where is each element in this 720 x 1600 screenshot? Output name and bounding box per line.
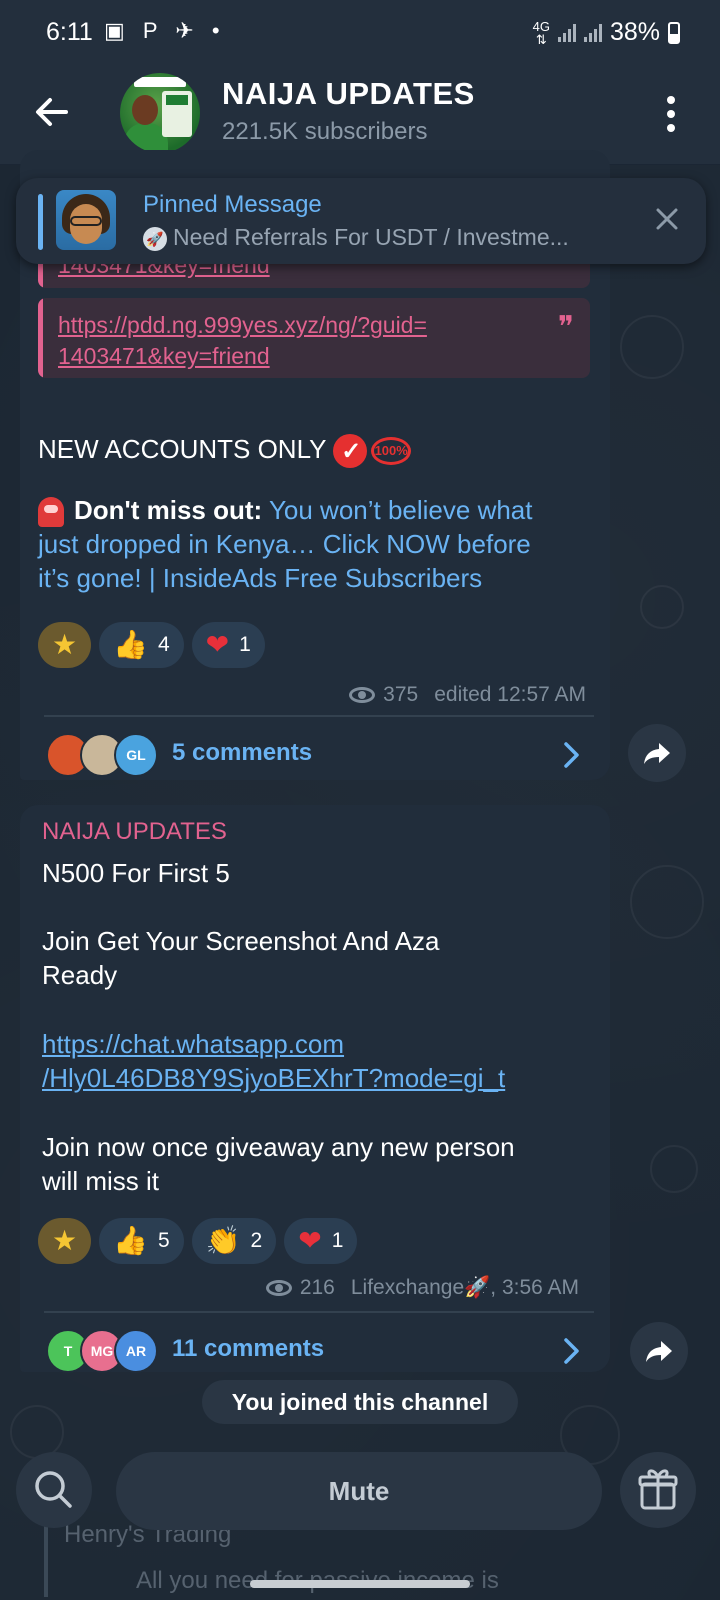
- pinned-thumbnail: [56, 190, 116, 250]
- comments-label: 5 comments: [172, 739, 313, 766]
- rocket-icon: 🚀: [143, 226, 167, 251]
- message-meta: 375 edited 12:57 AM: [349, 683, 586, 707]
- whatsapp-link[interactable]: https://chat.whatsapp.com/Hly0L46DB8Y9Sj…: [42, 1027, 505, 1095]
- gift-icon: [638, 1469, 678, 1510]
- channel-title[interactable]: NAIJA UPDATES: [222, 76, 475, 112]
- thumbs-up-icon: 👍: [113, 629, 148, 660]
- reactions-row: ★ 👍 4 ❤ 1: [38, 622, 265, 668]
- heart-icon: ❤: [298, 1225, 322, 1256]
- heart-icon: ❤: [205, 629, 230, 660]
- reaction-star[interactable]: ★: [38, 1218, 92, 1264]
- chevron-right-icon: [564, 742, 579, 768]
- hundred-icon: 100%: [371, 437, 412, 466]
- author-time: Lifexchange🚀, 3:56 AM: [350, 1276, 579, 1299]
- clap-icon: 👏: [205, 1225, 241, 1256]
- ad-link[interactable]: You won’t believe what: [269, 495, 533, 525]
- message-line: NEW ACCOUNTS ONLY 100%: [38, 432, 412, 469]
- message-line: Join now once giveaway any new person wil…: [42, 1132, 515, 1196]
- signal-icon: [557, 23, 576, 42]
- chevron-right-icon: [564, 1338, 579, 1364]
- pinned-message[interactable]: Pinned Message 🚀 Need Referrals For USDT …: [16, 178, 706, 264]
- quote-icon: ❞: [557, 310, 574, 345]
- comments-button[interactable]: GL 5 comments: [20, 717, 610, 791]
- message-meta: 216 Lifexchange🚀, 3:56 AM: [265, 1276, 579, 1300]
- avatar: GL: [114, 733, 158, 777]
- ad-text: Don't miss out: You won’t believe what j…: [38, 495, 533, 594]
- ad-link-2[interactable]: just dropped in Kenya… Click NOW before: [38, 529, 531, 559]
- pinned-indicator: [38, 194, 43, 250]
- ad-link-3[interactable]: it’s gone! | InsideAds Free Subscribers: [38, 563, 482, 593]
- message-line: Join Get Your Screenshot And Aza Ready: [42, 926, 440, 990]
- notification-icons: ▣ P ✈ •: [104, 18, 226, 43]
- reaction-thumbs-up[interactable]: 👍 5: [99, 1218, 184, 1264]
- reactions-row: ★ 👍 5 👏 2 ❤ 1: [38, 1218, 358, 1264]
- star-icon: ★: [52, 629, 78, 660]
- pinned-text: 🚀 Need Referrals For USDT / Investme...: [143, 224, 569, 251]
- close-icon: [656, 208, 678, 230]
- close-pinned-button[interactable]: [650, 202, 684, 236]
- reaction-thumbs-up[interactable]: 👍 4: [99, 622, 184, 668]
- battery-text: 38%: [609, 18, 660, 46]
- thumbs-up-icon: 👍: [113, 1225, 148, 1256]
- message-line: N500 For First 5: [42, 858, 230, 888]
- reaction-star[interactable]: ★: [38, 622, 92, 668]
- reaction-clap[interactable]: 👏 2: [191, 1218, 277, 1264]
- comments-label: 11 comments: [172, 1335, 325, 1362]
- view-count: 216: [299, 1276, 335, 1299]
- view-count: 375: [383, 683, 419, 706]
- share-button[interactable]: [630, 1322, 688, 1380]
- reaction-heart[interactable]: ❤ 1: [191, 622, 265, 668]
- siren-icon: [38, 497, 64, 528]
- eye-icon: [349, 687, 376, 703]
- comments-button[interactable]: T MG AR 11 comments: [20, 1313, 610, 1387]
- status-time: 6:11: [46, 18, 93, 46]
- subscriber-count: 221.5K subscribers: [222, 118, 428, 145]
- battery-icon: [668, 21, 680, 44]
- share-icon: [644, 743, 670, 764]
- star-icon: ★: [52, 1225, 78, 1256]
- status-right: 4G ⇅ 38%: [533, 18, 680, 47]
- gift-button[interactable]: [620, 1452, 696, 1528]
- pinned-title: Pinned Message: [143, 191, 322, 218]
- home-indicator[interactable]: [250, 1580, 470, 1588]
- signal-icon-2: [583, 23, 602, 42]
- network-icon: 4G ⇅: [532, 18, 550, 47]
- commenter-avatars: T MG AR: [46, 1329, 166, 1375]
- avatar: AR: [114, 1329, 158, 1373]
- commenter-avatars: GL: [46, 733, 166, 779]
- channel-header: NAIJA UPDATES 221.5K subscribers: [0, 64, 720, 164]
- bottom-bar: Mute: [0, 1440, 720, 1550]
- status-bar: 6:11 ▣ P ✈ • 4G ⇅ 38%: [0, 0, 720, 64]
- quote-link[interactable]: https://pdd.ng.999yes.xyz/ng/?guid= 14034…: [58, 310, 427, 372]
- check-badge-icon: [333, 434, 368, 469]
- mute-button[interactable]: Mute: [116, 1452, 602, 1530]
- arrow-left-icon: [36, 98, 68, 126]
- share-button[interactable]: [628, 724, 686, 782]
- back-button[interactable]: [30, 90, 74, 134]
- search-icon: [35, 1471, 72, 1508]
- eye-icon: [265, 1280, 292, 1296]
- reaction-heart[interactable]: ❤ 1: [284, 1218, 358, 1264]
- search-button[interactable]: [16, 1452, 92, 1528]
- edited-time: edited 12:57 AM: [434, 683, 586, 706]
- sender-name[interactable]: NAIJA UPDATES: [42, 818, 227, 846]
- service-message: You joined this channel: [202, 1380, 518, 1424]
- more-options-button[interactable]: [666, 96, 676, 132]
- channel-avatar[interactable]: [120, 73, 200, 153]
- share-icon: [646, 1341, 672, 1362]
